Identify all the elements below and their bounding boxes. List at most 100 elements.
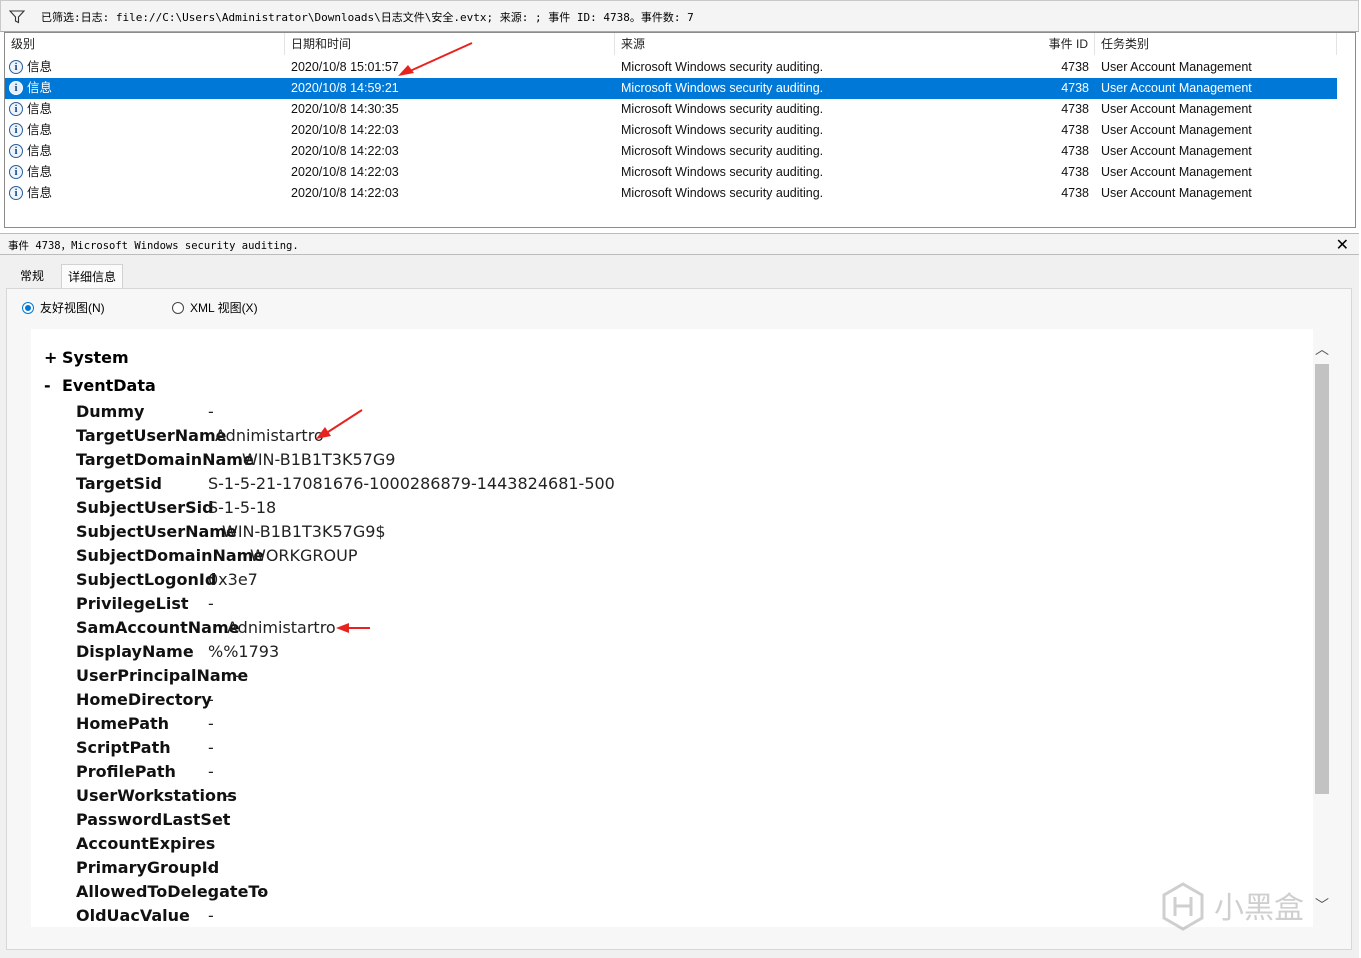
tab-general[interactable]: 常规 [14,264,50,288]
cell-event-id: 4738 [1061,144,1089,158]
column-header-event-id[interactable]: 事件 ID [855,33,1095,55]
column-header-level[interactable]: 级别 [5,33,285,55]
table-row[interactable]: i 信息 2020/10/8 15:01:57 Microsoft Windows s… [5,57,1337,78]
field-name: PrimaryGroupId [76,858,220,877]
field-name: UserPrincipalName [76,666,249,685]
cell-source: Microsoft Windows security auditing. [621,144,824,158]
eventdata-node[interactable]: - EventData [44,376,156,395]
cell-level: 信息 [27,144,53,158]
filter-bar: 已筛选:日志: file://C:\Users\Administrator\Do… [0,0,1359,32]
scroll-thumb[interactable] [1315,364,1329,794]
field-value: S-1-5-18 [208,498,277,517]
table-row[interactable]: i 信息 2020/10/8 14:30:35 Microsoft Windows s… [5,99,1337,120]
field-name: TargetDomainName [76,450,254,469]
field-value: WIN-B1B1T3K57G9$ [222,522,386,541]
field-value: - [225,786,231,805]
cell-datetime: 2020/10/8 14:22:03 [291,144,399,158]
eventdata-field: ScriptPath - [76,738,214,760]
table-row[interactable]: i 信息 2020/10/8 14:22:03 Microsoft Windows s… [5,120,1337,141]
column-header-source[interactable]: 来源 [615,33,855,55]
field-value: - [207,858,213,877]
field-name: SubjectLogonId [76,570,217,589]
cell-event-id: 4738 [1061,186,1089,200]
column-header-datetime[interactable]: 日期和时间 [285,33,615,55]
eventdata-field: OldUacValue - [76,906,214,927]
cell-datetime: 2020/10/8 14:30:35 [291,102,399,116]
info-icon: i [9,165,23,179]
cell-category: User Account Management [1101,165,1252,179]
cell-level: 信息 [27,60,53,74]
friendly-view-label: 友好视图(N) [40,301,105,315]
info-icon: i [9,60,23,74]
field-value: - [208,906,214,925]
scroll-up-icon[interactable]: ︿ [1313,340,1331,358]
field-name: SubjectUserName [76,522,237,541]
cell-source: Microsoft Windows security auditing. [621,81,824,95]
info-icon: i [9,186,23,200]
field-name: ProfilePath [76,762,176,781]
info-icon: i [9,144,23,158]
eventdata-field: AllowedToDelegateTo - [76,882,268,904]
eventdata-field: UserWorkstations - [76,786,237,808]
eventdata-field: TargetSid S-1-5-21-17081676-1000286879-14… [76,474,615,496]
cell-level: 信息 [27,186,53,200]
field-value: - [208,834,214,853]
cell-datetime: 2020/10/8 15:01:57 [291,60,399,74]
cell-event-id: 4738 [1061,60,1089,74]
field-name: Dummy [76,402,145,421]
friendly-view-radio[interactable]: 友好视图(N) [22,299,105,317]
eventdata-field: HomeDirectory - [76,690,214,712]
expand-icon[interactable]: + [44,348,62,367]
eventdata-field: SubjectLogonId 0x3e7 [76,570,258,592]
cell-source: Microsoft Windows security auditing. [621,102,824,116]
cell-category: User Account Management [1101,123,1252,137]
vertical-scrollbar[interactable]: ︿ ﹀ [1313,340,1331,920]
field-name: DisplayName [76,642,194,661]
eventdata-field: Dummy - [76,402,214,424]
cell-datetime: 2020/10/8 14:22:03 [291,186,399,200]
xml-view-label: XML 视图(X) [190,301,258,315]
cell-category: User Account Management [1101,81,1252,95]
close-icon[interactable]: ✕ [1336,235,1349,255]
eventdata-field: TargetUserName Adnimistartro [76,426,324,448]
tab-details[interactable]: 详细信息 [61,264,124,288]
eventdata-node-label: EventData [62,376,156,395]
eventdata-field: SubjectUserSid S-1-5-18 [76,498,276,520]
cell-event-id: 4738 [1061,123,1089,137]
field-name: OldUacValue [76,906,190,925]
field-value: - [208,594,214,613]
field-value: %%1793 [208,642,280,661]
table-row[interactable]: i 信息 2020/10/8 14:22:03 Microsoft Windows s… [5,183,1337,204]
watermark-hexagon-icon: 小黑盒 [1162,882,1304,931]
field-name: ScriptPath [76,738,171,757]
eventdata-field: UserPrincipalName - [76,666,248,688]
event-detail-title: 事件 4738，Microsoft Windows security audit… [8,240,299,252]
cell-datetime: 2020/10/8 14:59:21 [291,81,399,95]
cell-source: Microsoft Windows security auditing. [621,123,824,137]
field-name: TargetUserName [76,426,227,445]
eventdata-field: TargetDomainName WIN-B1B1T3K57G9 [76,450,395,472]
xml-view-radio[interactable]: XML 视图(X) [172,299,258,317]
system-node[interactable]: + System [44,348,129,367]
field-value: - [208,738,214,757]
event-detail-header: 事件 4738，Microsoft Windows security audit… [0,233,1359,255]
field-name: SubjectDomainName [76,546,265,565]
field-value: - [208,402,214,421]
table-row[interactable]: i 信息 2020/10/8 14:22:03 Microsoft Windows s… [5,141,1337,162]
field-value: WORKGROUP [250,546,358,565]
watermark-logo: 小黑盒 [1158,880,1328,940]
field-value: WIN-B1B1T3K57G9 [242,450,396,469]
filter-icon [9,10,25,24]
cell-category: User Account Management [1101,186,1252,200]
cell-level: 信息 [27,165,53,179]
info-icon: i [9,81,23,95]
field-name: AllowedToDelegateTo [76,882,269,901]
column-header-category[interactable]: 任务类别 [1095,33,1337,55]
cell-category: User Account Management [1101,60,1252,74]
table-row[interactable]: i 信息 2020/10/8 14:22:03 Microsoft Windows s… [5,162,1337,183]
field-value: Adnimistartro [227,618,336,637]
cell-event-id: 4738 [1061,165,1089,179]
collapse-icon[interactable]: - [44,376,62,395]
field-value: S-1-5-21-17081676-1000286879-1443824681-… [208,474,615,493]
table-row[interactable]: i 信息 2020/10/8 14:59:21 Microsoft Windows s… [5,78,1337,99]
